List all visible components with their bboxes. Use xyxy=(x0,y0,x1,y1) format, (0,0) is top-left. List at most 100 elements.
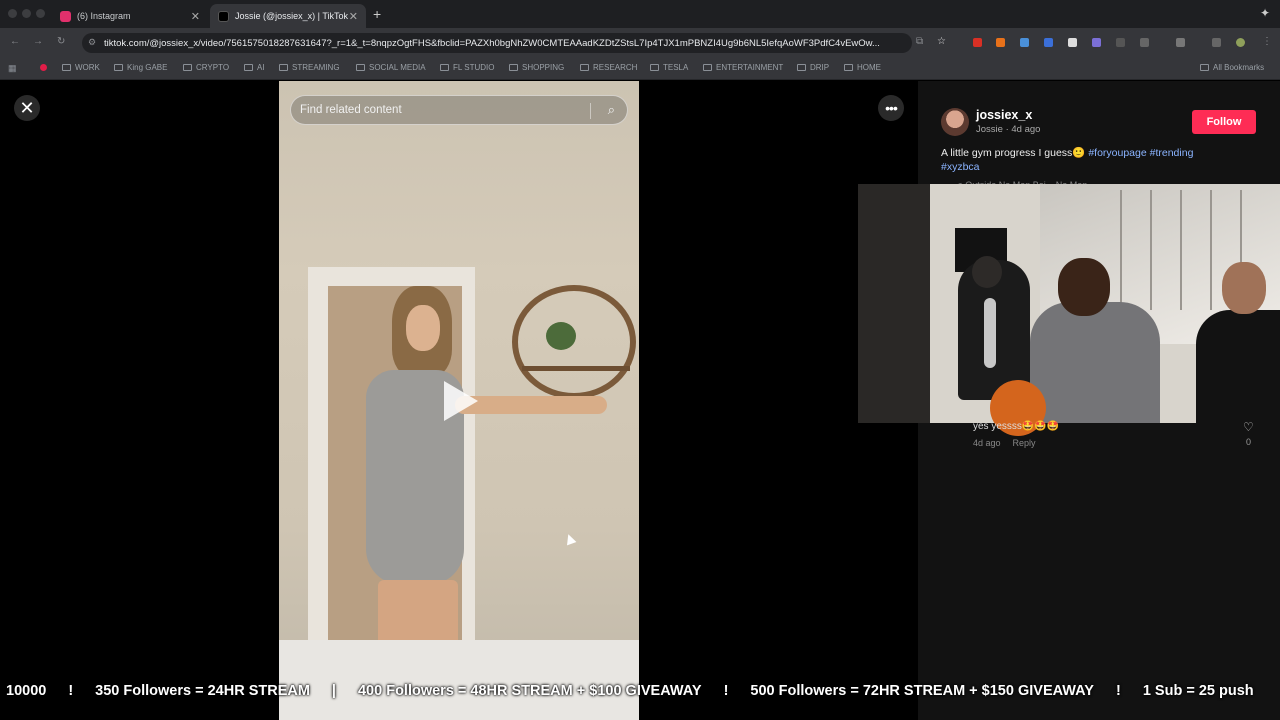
video-person-face xyxy=(406,305,440,351)
bookmark-folder-research[interactable]: RESEARCH xyxy=(580,63,637,72)
all-bookmarks[interactable]: All Bookmarks xyxy=(1200,63,1264,72)
sidebar-icon[interactable] xyxy=(1176,38,1185,47)
video-scene-plant xyxy=(546,322,576,350)
bookmark-folder-streaming[interactable]: STREAMING xyxy=(279,63,340,72)
tab-instagram[interactable]: (6) Instagram ✕ xyxy=(52,4,208,28)
new-tab-button[interactable]: + xyxy=(373,6,381,22)
webcam-person-left-head xyxy=(972,256,1002,288)
window-maximize-control[interactable] xyxy=(36,9,45,18)
folder-icon xyxy=(62,64,71,71)
profile-avatar-icon[interactable] xyxy=(1236,38,1245,47)
hashtag-link[interactable]: #xyzbca xyxy=(941,161,980,173)
bookmark-folder-entertainment[interactable]: ENTERTAINMENT xyxy=(703,63,783,72)
extension-icon[interactable] xyxy=(1068,38,1077,47)
folder-icon xyxy=(183,64,192,71)
webcam-person-right-head xyxy=(1222,262,1266,314)
bookmark-folder-king-gabe[interactable]: King GABE xyxy=(114,63,167,72)
folder-icon xyxy=(440,64,449,71)
folder-icon xyxy=(1200,64,1209,71)
webcam-scene-wall xyxy=(858,184,930,423)
extensions-puzzle-icon[interactable] xyxy=(1140,38,1149,47)
extension-icon[interactable] xyxy=(1020,38,1029,47)
extension-icon[interactable] xyxy=(1116,38,1125,47)
folder-icon xyxy=(650,64,659,71)
extension-icon[interactable] xyxy=(996,38,1005,47)
folder-icon xyxy=(797,64,806,71)
forward-icon[interactable]: → xyxy=(33,36,43,47)
bookmark-folder-fl-studio[interactable]: FL STUDIO xyxy=(440,63,494,72)
folder-icon xyxy=(279,64,288,71)
bookmark-star-icon[interactable]: ☆ xyxy=(937,36,946,47)
ticker-separator: ! xyxy=(68,683,74,699)
webcam-person-center-head xyxy=(1058,258,1110,316)
video-person-legs xyxy=(378,580,458,646)
address-bar[interactable]: tiktok.com/@jossiex_x/video/756157501828… xyxy=(82,33,912,53)
search-input[interactable]: Find related content ⌕ xyxy=(290,95,628,125)
hashtag-link[interactable]: #trending xyxy=(1150,147,1194,159)
reload-icon[interactable]: ↻ xyxy=(57,36,65,47)
play-icon[interactable] xyxy=(444,381,478,421)
comment-time: 4d ago xyxy=(973,438,1001,448)
back-icon[interactable]: ← xyxy=(10,36,20,47)
extension-icon[interactable] xyxy=(1092,38,1101,47)
webcam-person-center xyxy=(1030,302,1160,423)
post-subline: Jossie · 4d ago xyxy=(976,124,1041,135)
video-scene-shelf xyxy=(522,366,630,371)
tiktok-icon xyxy=(218,10,229,22)
ticker-item: 1 Sub = 25 push xyxy=(1142,683,1254,699)
username[interactable]: jossiex_x xyxy=(976,108,1032,122)
search-icon[interactable]: ⌕ xyxy=(608,102,615,118)
webcam-scene-rail xyxy=(1180,190,1182,310)
ticker-separator: ! xyxy=(723,683,729,699)
window-minimize-control[interactable] xyxy=(22,9,31,18)
bookmark-folder-social-media[interactable]: SOCIAL MEDIA xyxy=(356,63,426,72)
install-icon[interactable]: ⧉ xyxy=(916,36,923,47)
download-icon[interactable] xyxy=(1212,38,1221,47)
stream-goal-ticker: 10000! 350 Followers = 24HR STREAM | 400 … xyxy=(0,676,1280,706)
bookmark-folder-tesla[interactable]: TESLA xyxy=(650,63,688,72)
comment-text: yes yessss🤩🤩🤩 xyxy=(973,421,1060,432)
tab-title: (6) Instagram xyxy=(77,11,131,21)
folder-icon xyxy=(844,64,853,71)
folder-icon xyxy=(703,64,712,71)
ticker-item: 400 Followers = 48HR STREAM + $100 GIVEA… xyxy=(357,683,702,699)
extension-icon[interactable] xyxy=(973,38,982,47)
comment-meta: 4d ago Reply xyxy=(973,438,1036,448)
hashtag-link[interactable]: #foryoupage xyxy=(1088,147,1146,159)
menu-icon[interactable]: ⋮ xyxy=(1262,36,1272,47)
bookmark-favicon-icon[interactable] xyxy=(40,64,47,71)
follow-button[interactable]: Follow xyxy=(1192,110,1256,134)
instagram-icon xyxy=(60,10,71,22)
tab-close-icon[interactable]: ✕ xyxy=(349,10,358,23)
apps-grid-icon[interactable]: ▦ xyxy=(8,63,17,74)
ticker-item: 500 Followers = 72HR STREAM + $150 GIVEA… xyxy=(750,683,1094,699)
reply-button[interactable]: Reply xyxy=(1013,438,1036,448)
sparkle-icon[interactable]: ✦ xyxy=(1260,6,1270,20)
tab-title: Jossie (@jossiex_x) | TikTok xyxy=(235,11,349,21)
bookmark-folder-work[interactable]: WORK xyxy=(62,63,100,72)
site-info-icon[interactable]: ⚙ xyxy=(88,37,96,48)
webcam-scene-rail xyxy=(1120,190,1122,310)
divider xyxy=(590,103,591,119)
tab-tiktok[interactable]: Jossie (@jossiex_x) | TikTok ✕ xyxy=(210,4,366,28)
post-caption: A little gym progress I guess🙂 #foryoupa… xyxy=(941,146,1241,174)
window-close-control[interactable] xyxy=(8,9,17,18)
ticker-separator: ! xyxy=(1115,683,1121,699)
heart-icon[interactable]: ♡ xyxy=(1243,420,1254,434)
bookmark-folder-crypto[interactable]: CRYPTO xyxy=(183,63,229,72)
ticker-item: 350 Followers = 24HR STREAM xyxy=(95,683,310,699)
bookmark-folder-ai[interactable]: AI xyxy=(244,63,265,72)
avatar[interactable] xyxy=(941,108,969,136)
bookmark-folder-home[interactable]: HOME xyxy=(844,63,881,72)
bookmark-folder-drip[interactable]: DRIP xyxy=(797,63,829,72)
folder-icon xyxy=(114,64,123,71)
ticker-item: 10000 xyxy=(6,683,47,699)
extension-icon[interactable] xyxy=(1044,38,1053,47)
caption-text: A little gym progress I guess xyxy=(941,147,1073,159)
close-icon[interactable]: ✕ xyxy=(14,95,40,121)
url-text: tiktok.com/@jossiex_x/video/756157501828… xyxy=(104,37,880,49)
more-options-icon[interactable]: ••• xyxy=(878,95,904,121)
bookmark-folder-shopping[interactable]: SHOPPING xyxy=(509,63,564,72)
tab-close-icon[interactable]: ✕ xyxy=(191,10,200,23)
search-placeholder: Find related content xyxy=(300,104,402,116)
